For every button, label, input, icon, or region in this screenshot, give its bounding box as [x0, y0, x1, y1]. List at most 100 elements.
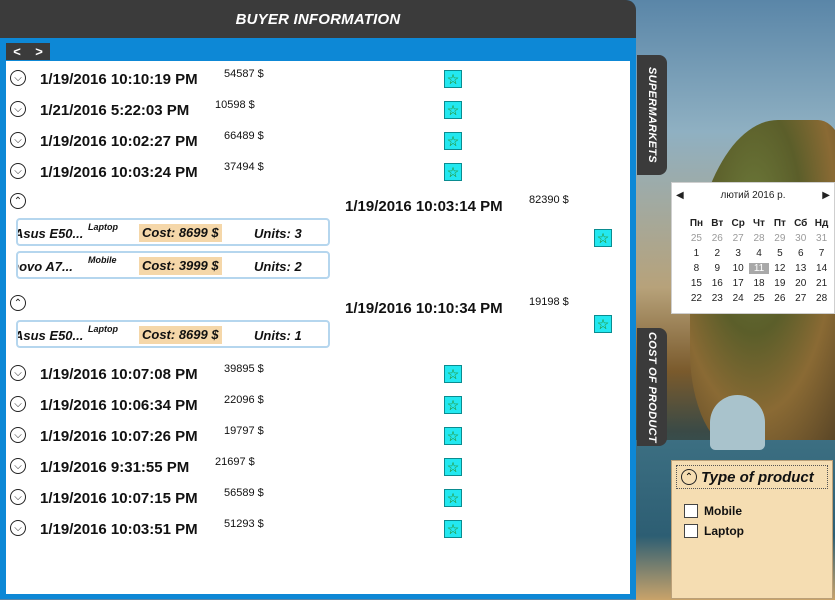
- calendar-day[interactable]: 1: [686, 248, 707, 259]
- order-item-card[interactable]: Lenovo A7... Mobile Cost: 3999 $ Units: …: [16, 251, 330, 279]
- calendar-day[interactable]: 12: [769, 263, 790, 274]
- chevron-up-icon[interactable]: ⌃: [681, 469, 697, 485]
- tab-cost-of-product[interactable]: COST OF PRODUCT: [637, 328, 667, 446]
- order-row[interactable]: ⌵ 1/19/2016 10:07:26 PM 19797 $ ☆: [6, 422, 630, 452]
- star-icon[interactable]: ☆: [444, 70, 462, 88]
- chevron-down-icon[interactable]: ⌵: [10, 396, 26, 412]
- chevron-down-icon[interactable]: ⌵: [10, 520, 26, 536]
- star-icon[interactable]: ☆: [444, 396, 462, 414]
- order-amount: 19797 $: [224, 425, 264, 437]
- calendar-day[interactable]: 30: [790, 233, 811, 244]
- calendar-day[interactable]: 5: [769, 248, 790, 259]
- calendar-day[interactable]: 31: [811, 233, 832, 244]
- laptop-checkbox[interactable]: [684, 524, 698, 538]
- star-icon[interactable]: ☆: [444, 163, 462, 181]
- calendar-day[interactable]: 8: [686, 263, 707, 274]
- calendar-day[interactable]: 22: [686, 293, 707, 304]
- order-row-expanded[interactable]: ⌃ 1/19/2016 10:10:34 PM 19198 $ ☆ Asus E…: [6, 290, 630, 355]
- star-icon[interactable]: ☆: [444, 427, 462, 445]
- star-icon[interactable]: ☆: [444, 365, 462, 383]
- calendar-day[interactable]: 26: [769, 293, 790, 304]
- calendar-week: 1 2 3 4 5 6 7: [686, 246, 832, 261]
- calendar-day[interactable]: 21: [811, 278, 832, 289]
- star-icon[interactable]: ☆: [594, 315, 612, 333]
- calendar-weekday: Вт: [711, 218, 724, 229]
- order-row[interactable]: ⌵ 1/19/2016 9:31:55 PM 21697 $ ☆: [6, 453, 630, 483]
- calendar-day[interactable]: 29: [769, 233, 790, 244]
- order-date: 1/19/2016 10:03:24 PM: [40, 164, 198, 181]
- order-row[interactable]: ⌵ 1/19/2016 10:07:15 PM 56589 $ ☆: [6, 484, 630, 514]
- calendar-day[interactable]: 4: [749, 248, 770, 259]
- order-row[interactable]: ⌵ 1/19/2016 10:03:51 PM 51293 $ ☆: [6, 515, 630, 545]
- calendar-day[interactable]: 17: [728, 278, 749, 289]
- order-row[interactable]: ⌵ 1/19/2016 10:02:27 PM 66489 $ ☆: [6, 127, 630, 157]
- chevron-down-icon[interactable]: ⌵: [10, 458, 26, 474]
- calendar-day[interactable]: 18: [749, 278, 770, 289]
- star-icon[interactable]: ☆: [444, 132, 462, 150]
- next-page-button[interactable]: >: [35, 45, 43, 58]
- star-icon[interactable]: ☆: [444, 520, 462, 538]
- calendar-day[interactable]: 27: [728, 233, 749, 244]
- order-row[interactable]: ⌵ 1/19/2016 10:10:19 PM 54587 $ ☆: [6, 65, 630, 95]
- calendar-day[interactable]: 26: [707, 233, 728, 244]
- calendar-day[interactable]: 9: [707, 263, 728, 274]
- filter-option-mobile[interactable]: Mobile: [684, 504, 742, 518]
- order-item-card[interactable]: Asus E50... Laptop Cost: 8699 $ Units: 1: [16, 320, 330, 348]
- chevron-down-icon[interactable]: ⌵: [10, 132, 26, 148]
- calendar-header: ◀ лютий 2016 р. ▶: [672, 188, 834, 202]
- calendar-day[interactable]: 10: [728, 263, 749, 274]
- order-item-card[interactable]: Asus E50... Laptop Cost: 8699 $ Units: 3: [16, 218, 330, 246]
- calendar-day[interactable]: 3: [728, 248, 749, 259]
- calendar-day[interactable]: 7: [811, 248, 832, 259]
- calendar-day-selected[interactable]: 11: [748, 263, 770, 274]
- calendar-day[interactable]: 28: [749, 233, 770, 244]
- filter-option-laptop[interactable]: Laptop: [684, 524, 744, 538]
- star-icon[interactable]: ☆: [444, 458, 462, 476]
- order-row[interactable]: ⌵ 1/19/2016 10:03:24 PM 37494 $ ☆: [6, 158, 630, 188]
- prev-page-button[interactable]: <: [13, 45, 21, 58]
- calendar-day[interactable]: 2: [707, 248, 728, 259]
- chevron-down-icon[interactable]: ⌵: [10, 489, 26, 505]
- calendar-month-label[interactable]: лютий 2016 р.: [720, 190, 785, 201]
- calendar-weekday: Ср: [731, 218, 745, 229]
- item-units: Units: 1: [254, 328, 302, 343]
- pager-nav: < >: [6, 43, 50, 60]
- item-cost: Cost: 3999 $: [139, 257, 222, 275]
- star-icon[interactable]: ☆: [444, 101, 462, 119]
- calendar-day[interactable]: 20: [790, 278, 811, 289]
- calendar-day[interactable]: 23: [707, 293, 728, 304]
- chevron-down-icon[interactable]: ⌵: [10, 70, 26, 86]
- chevron-down-icon[interactable]: ⌵: [10, 427, 26, 443]
- calendar-day[interactable]: 19: [769, 278, 790, 289]
- calendar-day[interactable]: 15: [686, 278, 707, 289]
- chevron-down-icon[interactable]: ⌵: [10, 163, 26, 179]
- chevron-down-icon[interactable]: ⌵: [10, 101, 26, 117]
- calendar-prev-month-button[interactable]: ◀: [672, 190, 688, 201]
- calendar-day[interactable]: 25: [686, 233, 707, 244]
- item-type: Laptop: [88, 222, 118, 232]
- chevron-down-icon[interactable]: ⌵: [10, 365, 26, 381]
- calendar-next-month-button[interactable]: ▶: [818, 190, 834, 201]
- calendar-day[interactable]: 28: [811, 293, 832, 304]
- chevron-up-icon[interactable]: ⌃: [10, 193, 26, 209]
- order-row[interactable]: ⌵ 1/21/2016 5:22:03 PM 10598 $ ☆: [6, 96, 630, 126]
- order-row[interactable]: ⌵ 1/19/2016 10:06:34 PM 22096 $ ☆: [6, 391, 630, 421]
- order-row[interactable]: ⌵ 1/19/2016 10:07:08 PM 39895 $ ☆: [6, 360, 630, 390]
- tab-supermarkets[interactable]: SUPERMARKETS: [637, 55, 667, 175]
- order-date: 1/21/2016 5:22:03 PM: [40, 102, 190, 119]
- calendar-day[interactable]: 13: [790, 263, 811, 274]
- calendar-day[interactable]: 25: [749, 293, 770, 304]
- order-row-expanded[interactable]: ⌃ 1/19/2016 10:03:14 PM 82390 $ ☆ Asus E…: [6, 188, 630, 283]
- calendar-day[interactable]: 27: [790, 293, 811, 304]
- star-icon[interactable]: ☆: [444, 489, 462, 507]
- star-icon[interactable]: ☆: [594, 229, 612, 247]
- calendar-day[interactable]: 16: [707, 278, 728, 289]
- order-date: 1/19/2016 10:02:27 PM: [40, 133, 198, 150]
- calendar-day[interactable]: 14: [811, 263, 832, 274]
- calendar-day[interactable]: 6: [790, 248, 811, 259]
- calendar-day[interactable]: 24: [728, 293, 749, 304]
- filter-header[interactable]: ⌃ Type of product: [676, 465, 828, 489]
- order-date: 1/19/2016 10:07:26 PM: [40, 428, 198, 445]
- mobile-checkbox[interactable]: [684, 504, 698, 518]
- chevron-up-icon[interactable]: ⌃: [10, 295, 26, 311]
